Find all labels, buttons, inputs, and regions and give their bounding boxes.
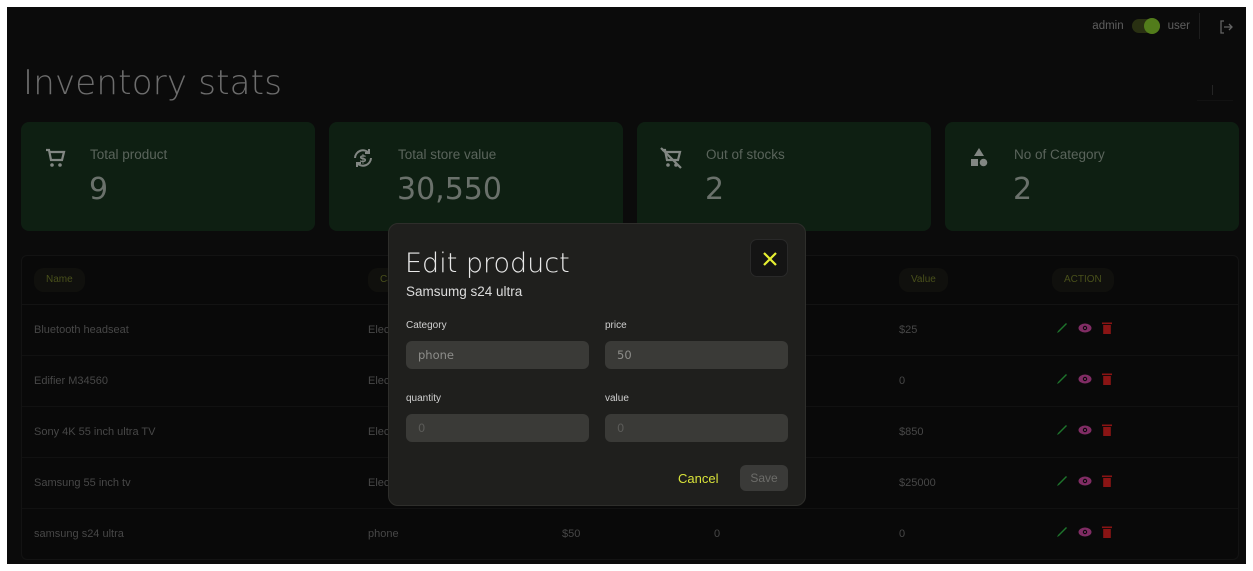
category-field[interactable] [406,341,589,369]
save-button[interactable]: Save [740,465,788,491]
app-window: admin user Inventory stats Total product… [7,7,1246,564]
value-field[interactable] [605,414,788,442]
quantity-label: quantity [406,393,442,404]
close-icon [763,252,777,266]
close-button[interactable] [750,239,788,277]
quantity-field[interactable] [406,414,589,442]
price-field[interactable] [605,341,788,369]
cancel-button[interactable]: Cancel [678,471,718,486]
category-label: Category [406,320,447,331]
modal-subtitle: Samsumg s24 ultra [406,284,523,299]
value-label: value [605,393,629,404]
modal-title: Edit product [405,248,570,279]
edit-product-modal: Edit product Samsumg s24 ultra Category … [388,223,806,506]
price-label: price [605,320,627,331]
